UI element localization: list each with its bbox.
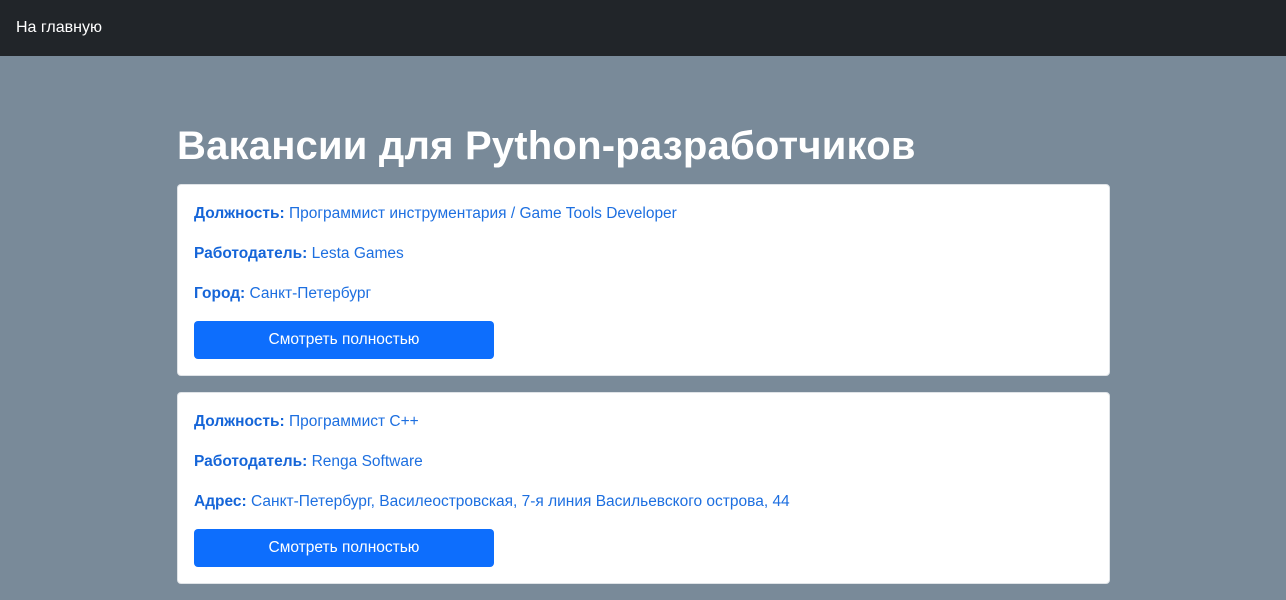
position-value: Программист инструментария / Game Tools … [289,205,677,222]
position-value: Программист С++ [289,413,419,430]
home-link[interactable]: На главную [16,19,102,37]
employer-label: Работодатель: [194,453,308,470]
location-value: Санкт-Петербург [249,285,372,302]
view-full-button[interactable]: Смотреть полностью [194,321,494,359]
position-label: Должность: [194,205,285,222]
main-content: Вакансии для Python-разработчиков Должно… [177,56,1110,600]
top-navbar: На главную [0,0,1286,56]
position-label: Должность: [194,413,285,430]
vacancy-employer: Работодатель: Lesta Games [194,243,1093,283]
page-title: Вакансии для Python-разработчиков [177,124,916,168]
vacancy-location: Адрес: Санкт-Петербург, Василеостровская… [194,491,1093,531]
employer-label: Работодатель: [194,245,308,262]
location-value: Санкт-Петербург, Василеостровская, 7-я л… [251,493,790,510]
location-label: Город: [194,285,246,302]
vacancy-position: Должность: Программист С++ [194,411,1093,451]
view-full-button[interactable]: Смотреть полностью [194,529,494,567]
vacancy-location: Город: Санкт-Петербург [194,283,1093,323]
employer-value: Renga Software [311,453,423,470]
vacancy-card: Должность: Программист инструментария / … [177,184,1110,376]
vacancy-employer: Работодатель: Renga Software [194,451,1093,491]
location-label: Адрес: [194,493,247,510]
vacancy-position: Должность: Программист инструментария / … [194,203,1093,243]
employer-value: Lesta Games [311,245,404,262]
vacancy-card: Должность: Программист С++ Работодатель:… [177,392,1110,584]
